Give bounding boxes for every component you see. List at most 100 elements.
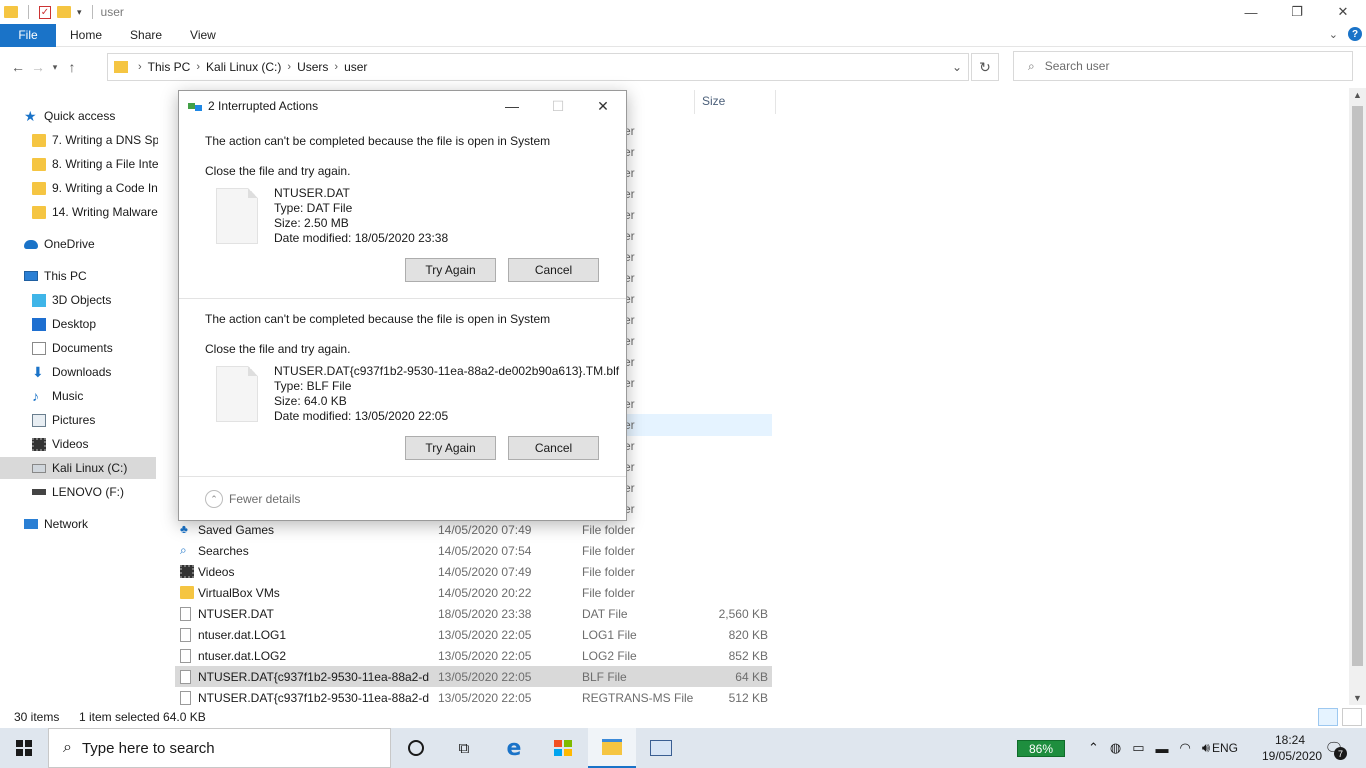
try-again-button[interactable]: Try Again: [405, 258, 496, 282]
sidebar-item-onedrive[interactable]: OneDrive: [24, 233, 182, 255]
sidebar-item-label: 9. Writing a Code In: [52, 181, 158, 195]
column-header-size[interactable]: Size: [702, 94, 725, 108]
customize-toolbar-icon[interactable]: ▾: [77, 7, 82, 18]
table-row[interactable]: ntuser.dat.LOG2 13/05/2020 22:05 LOG2 File…: [175, 645, 772, 666]
chevron-down-icon[interactable]: ⌄: [952, 60, 962, 74]
fewer-details-toggle[interactable]: ⌃ Fewer details: [205, 490, 300, 508]
file-name-cell: ntuser.dat.LOG1: [198, 627, 287, 642]
vertical-scrollbar[interactable]: ▲ ▼: [1349, 88, 1366, 705]
hover-highlight: [626, 414, 772, 436]
refresh-button[interactable]: ↻: [971, 53, 999, 81]
sidebar-item-quick-access[interactable]: ★ Quick access: [24, 105, 182, 127]
action-center-button[interactable]: 🗨︎ 7: [1324, 738, 1347, 760]
tab-home[interactable]: Home: [56, 24, 116, 47]
help-icon[interactable]: ?: [1348, 27, 1362, 41]
table-row[interactable]: ntuser.dat.LOG1 13/05/2020 22:05 LOG1 File…: [175, 624, 772, 645]
close-button[interactable]: ✕: [1320, 0, 1366, 24]
cortana-button[interactable]: [392, 728, 440, 768]
chevron-right-icon: ›: [138, 61, 142, 73]
sidebar-item-network[interactable]: Network: [24, 513, 182, 535]
language-indicator[interactable]: ENG: [1212, 741, 1238, 755]
sidebar-item-lenovo-drive[interactable]: LENOVO (F:): [32, 481, 190, 503]
type-cell: File folder: [582, 564, 635, 579]
breadcrumb-users[interactable]: Users: [297, 60, 328, 74]
properties-icon[interactable]: ✓: [39, 5, 51, 19]
taskbar-search-box[interactable]: ⌕ Type here to search: [48, 728, 391, 768]
cancel-button[interactable]: Cancel: [508, 436, 599, 460]
documents-icon: [32, 341, 46, 355]
battery-indicator[interactable]: 86%: [1017, 740, 1065, 757]
action-hint: Close the file and try again.: [205, 164, 351, 178]
sidebar-item-pinned[interactable]: 7. Writing a DNS Sp: [32, 129, 158, 151]
address-bar[interactable]: › This PC › Kali Linux (C:) › Users › us…: [107, 53, 969, 81]
breadcrumb-user[interactable]: user: [344, 60, 367, 74]
sidebar-item-kali-drive[interactable]: Kali Linux (C:): [0, 457, 156, 479]
battery-icon[interactable]: ▬: [1156, 741, 1169, 756]
dialog-close-button[interactable]: ✕: [580, 91, 626, 121]
people-icon[interactable]: ◍: [1110, 740, 1121, 756]
table-row[interactable]: ♣ Saved Games 14/05/2020 07:49 File folder: [175, 519, 772, 540]
table-row[interactable]: NTUSER.DAT 18/05/2020 23:38 DAT File 2,560 …: [175, 603, 772, 624]
wifi-icon[interactable]: ◠: [1180, 740, 1191, 756]
task-view-icon: ⧉: [458, 739, 470, 757]
details-view-button[interactable]: [1318, 708, 1338, 726]
sidebar-item-this-pc[interactable]: This PC: [24, 265, 182, 287]
dialog-minimize-button[interactable]: —: [489, 91, 535, 121]
sidebar-item-3d-objects[interactable]: 3D Objects: [32, 289, 190, 311]
action-hint: Close the file and try again.: [205, 342, 351, 356]
table-row[interactable]: NTUSER.DAT{c937f1b2-9530-11ea-88a2-d... 1…: [175, 687, 772, 708]
virtualbox-taskbar-button[interactable]: [637, 728, 685, 768]
file-name-cell: NTUSER.DAT: [198, 606, 274, 621]
try-again-button[interactable]: Try Again: [405, 436, 496, 460]
edge-taskbar-button[interactable]: e: [490, 728, 538, 768]
sidebar-item-pinned[interactable]: 14. Writing Malware: [32, 201, 158, 223]
minimize-button[interactable]: —: [1228, 0, 1274, 24]
sidebar-item-pinned[interactable]: 8. Writing a File Inte: [32, 153, 158, 175]
sidebar-item-label: 8. Writing a File Inte: [52, 157, 158, 171]
maximize-button[interactable]: ❐: [1274, 0, 1320, 24]
task-view-button[interactable]: ⧉: [440, 728, 488, 768]
up-icon[interactable]: ↑: [62, 59, 82, 75]
expand-ribbon-icon[interactable]: ⌄: [1329, 28, 1338, 41]
forward-icon[interactable]: →: [28, 59, 48, 75]
chevron-right-icon: ›: [334, 61, 339, 73]
new-folder-icon[interactable]: [57, 6, 71, 18]
scroll-thumb[interactable]: [1352, 106, 1363, 666]
tab-view[interactable]: View: [176, 24, 230, 47]
sidebar-item-documents[interactable]: Documents: [32, 337, 190, 359]
sidebar-item-music[interactable]: ♪ Music: [32, 385, 190, 407]
sidebar-item-desktop[interactable]: Desktop: [32, 313, 190, 335]
tab-file[interactable]: File: [0, 23, 56, 47]
clock[interactable]: 18:24 19/05/2020: [1262, 732, 1322, 764]
scroll-up-icon[interactable]: ▲: [1353, 90, 1362, 100]
column-divider: [694, 90, 695, 114]
store-taskbar-button[interactable]: [539, 728, 587, 768]
sidebar-item-pictures[interactable]: Pictures: [32, 409, 190, 431]
file-explorer-taskbar-button[interactable]: [588, 728, 636, 768]
file-name-cell: VirtualBox VMs: [198, 585, 280, 600]
sidebar-item-label: OneDrive: [44, 237, 95, 251]
sidebar-item-downloads[interactable]: ⬇ Downloads: [32, 361, 190, 383]
file-type: Type: DAT File: [274, 201, 353, 215]
recent-locations-icon[interactable]: ▾: [48, 62, 62, 73]
taskbar: ⌕ Type here to search ⧉ e 86% ⌃ ◍ ▭ ▬ ◠ …: [0, 728, 1366, 768]
show-hidden-icons-icon[interactable]: ⌃: [1088, 740, 1099, 756]
sidebar-item-videos[interactable]: Videos: [32, 433, 190, 455]
large-icons-view-button[interactable]: [1342, 708, 1362, 726]
hardware-icon[interactable]: ▭: [1132, 740, 1144, 756]
start-button[interactable]: [0, 728, 48, 768]
cancel-button[interactable]: Cancel: [508, 258, 599, 282]
table-row[interactable]: VirtualBox VMs 14/05/2020 20:22 File folde…: [175, 582, 772, 603]
breadcrumb-drive[interactable]: Kali Linux (C:): [206, 60, 281, 74]
chevron-right-icon: ›: [287, 61, 292, 73]
tab-share[interactable]: Share: [116, 24, 176, 47]
table-row[interactable]: Videos 14/05/2020 07:49 File folder: [175, 561, 772, 582]
volume-icon[interactable]: 🔊︎: [1202, 740, 1210, 756]
breadcrumb-this-pc[interactable]: This PC: [148, 60, 191, 74]
table-row[interactable]: NTUSER.DAT{c937f1b2-9530-11ea-88a2-d... 1…: [175, 666, 772, 687]
scroll-down-icon[interactable]: ▼: [1353, 693, 1362, 703]
search-input[interactable]: ⌕ Search user: [1013, 51, 1353, 81]
table-row[interactable]: ⌕ Searches 14/05/2020 07:54 File folder: [175, 540, 772, 561]
sidebar-item-pinned[interactable]: 9. Writing a Code In: [32, 177, 158, 199]
back-icon[interactable]: ←: [8, 59, 28, 75]
